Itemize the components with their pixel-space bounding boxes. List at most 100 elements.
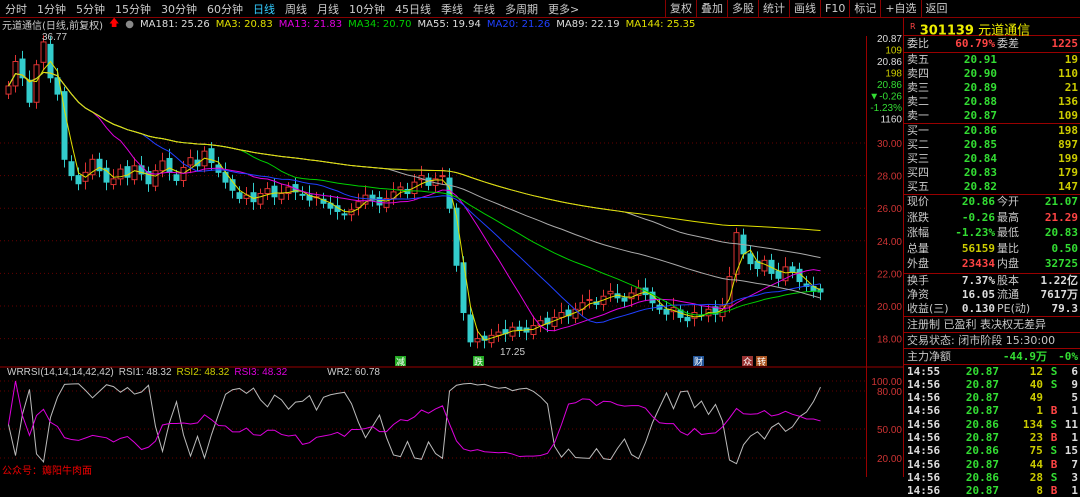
axis-quote: 198 [885, 69, 902, 80]
tick-volume: 1 [1036, 404, 1043, 418]
axis-quote: 20.86 [877, 80, 902, 91]
candle [558, 312, 565, 318]
fundamental-row: 收益(三) 0.130 PE(动) 79.3 [904, 302, 1080, 316]
tick-row: 14:56 20.86 134 S 11 [904, 418, 1080, 431]
tick-row: 14:56 20.87 49 5 [904, 391, 1080, 404]
quote-value: 0.50 [1051, 241, 1079, 255]
quote-value: -1.23% [955, 226, 995, 239]
level-price: 20.91 [963, 53, 997, 66]
candle [89, 158, 96, 176]
toolbar-button[interactable]: 多股 [727, 0, 758, 18]
rsi-header: WRRSI(14,14,14,42,42) RSI1: 48.32 RSI2: 48… [7, 367, 380, 378]
tick-volume: 40 [1029, 377, 1043, 391]
ma-legend: MA144: 25.35 [625, 19, 696, 30]
candle [180, 166, 187, 181]
candle [26, 79, 33, 103]
tick-row: 14:56 20.87 40 S 9 [904, 378, 1080, 391]
tick-price: 20.87 [965, 364, 999, 378]
period-tab[interactable]: 分时 [0, 1, 32, 17]
level-price: 20.83 [963, 166, 997, 179]
period-tab[interactable]: 多周期 [500, 1, 543, 17]
level-label: 买四 [907, 166, 929, 179]
fund-label: 流通 [997, 287, 1019, 301]
tick-time: 14:56 [907, 404, 941, 418]
toolbar-button[interactable]: 返回 [920, 0, 952, 18]
price-tick: 18.00 [877, 335, 902, 346]
ma3-line [8, 60, 821, 341]
candle [467, 314, 474, 343]
quote-label: 涨幅 [907, 226, 929, 239]
tick-row: 14:56 20.87 23 B 1 [904, 431, 1080, 444]
quote-row: 涨跌 -0.26 最高 21.29 [904, 211, 1080, 227]
period-tab[interactable]: 月线 [312, 1, 344, 17]
toolbar-button[interactable]: F10 [820, 0, 849, 18]
tick-time: 14:56 [907, 430, 941, 444]
toolbar-button[interactable]: 标记 [849, 0, 880, 18]
asks-row: 卖五 20.91 19 [904, 53, 1080, 67]
ma-legend: MA34: 20.70 [348, 19, 412, 30]
tick-row: 14:56 20.87 1 B 1 [904, 404, 1080, 417]
period-tab[interactable]: 周线 [280, 1, 312, 17]
level-price: 20.84 [963, 152, 997, 165]
tick-side: B [1050, 484, 1058, 497]
fund-value: 7.37% [961, 273, 995, 287]
level-volume: 136 [1058, 95, 1078, 108]
tick-count: 15 [1064, 444, 1079, 458]
quote-row: 总量 56159 量比 0.50 [904, 242, 1080, 258]
toolbar-button[interactable]: 叠加 [696, 0, 727, 18]
level-price: 20.90 [963, 67, 997, 80]
period-tab[interactable]: 季线 [436, 1, 468, 17]
toolbar-button[interactable]: 画线 [789, 0, 820, 18]
period-tab[interactable]: 10分钟 [344, 1, 390, 17]
quote-value: 20.83 [1044, 226, 1078, 239]
fund-value: 79.3 [1051, 301, 1079, 315]
candle [586, 298, 593, 301]
period-tab[interactable]: 45日线 [390, 1, 436, 17]
period-tab[interactable]: 60分钟 [202, 1, 248, 17]
candle [474, 338, 481, 343]
kline-chart[interactable]: 30.0028.0026.0024.0022.0020.0018.00100.0… [0, 30, 903, 477]
tick-volume: 12 [1029, 364, 1043, 378]
ma-legend: MA3: 20.83 [215, 19, 273, 30]
candle [663, 308, 670, 315]
tick-price: 20.86 [965, 417, 999, 431]
candle [173, 174, 180, 181]
tick-side: S [1050, 364, 1058, 378]
tick-price: 20.86 [965, 470, 999, 484]
registration-note: 注册制 已盈利 表决权无差异 [907, 317, 1046, 331]
level-volume: 179 [1058, 166, 1078, 179]
tick-time: 14:56 [907, 377, 941, 391]
candle [110, 178, 117, 186]
level-price: 20.86 [963, 124, 997, 137]
period-tab[interactable]: 5分钟 [71, 1, 110, 17]
candle [376, 197, 383, 206]
candle [222, 171, 229, 183]
axis-quote: 20.86 [877, 57, 902, 68]
period-tab[interactable]: 日线 [248, 1, 280, 17]
settings-icon[interactable]: ● [125, 19, 134, 30]
period-tab[interactable]: 年线 [468, 1, 500, 17]
quote-value: 20.86 [961, 195, 995, 208]
quote-row: 外盘 23434 内盘 32725 [904, 257, 1080, 273]
period-tab[interactable]: 1分钟 [32, 1, 71, 17]
ma144-line [8, 71, 821, 231]
trade-status: 交易状态: 闭市阶段 15:30:00 [907, 333, 1056, 347]
tick-time: 14:55 [907, 364, 941, 378]
period-tab[interactable]: 更多> [543, 1, 584, 17]
tick-side: B [1050, 430, 1058, 444]
bids-row: 买四 20.83 179 [904, 166, 1080, 180]
tick-time: 14:56 [907, 417, 941, 431]
quote-row: 现价 20.86 今开 21.07 [904, 195, 1080, 211]
period-tab[interactable]: 15分钟 [110, 1, 156, 17]
candle [264, 188, 271, 195]
toolbar-button[interactable]: 复权 [665, 0, 696, 18]
quote-label: 涨跌 [907, 210, 929, 224]
candle [572, 308, 579, 319]
period-tab[interactable]: 30分钟 [156, 1, 202, 17]
toolbar-button[interactable]: 统计 [758, 0, 789, 18]
price-tick: 22.00 [877, 269, 902, 280]
candle [236, 192, 243, 199]
candle [68, 161, 75, 177]
tick-count: 1 [1071, 484, 1078, 497]
toolbar-button[interactable]: +自选 [880, 0, 920, 18]
